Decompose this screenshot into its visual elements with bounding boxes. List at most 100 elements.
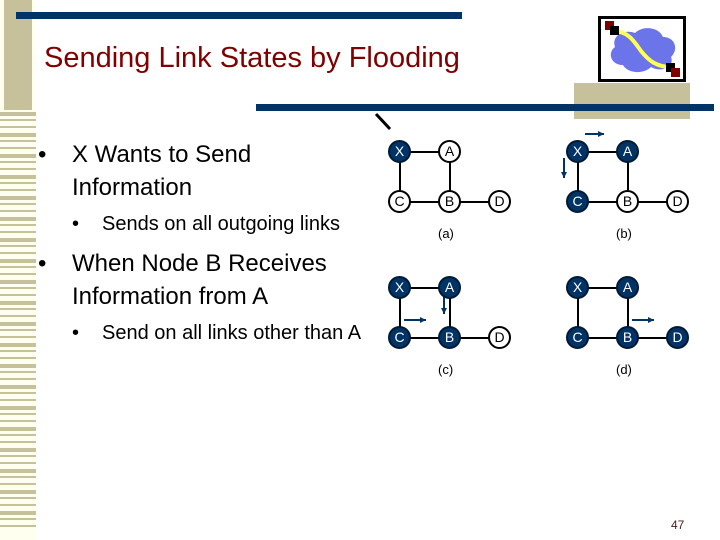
sub-bullet-item: • Send on all links other than A [72, 322, 362, 344]
strip-band [0, 371, 36, 373]
strip-band [0, 469, 36, 473]
panel-caption: (b) [616, 226, 632, 241]
node-a: A [616, 140, 639, 163]
bullet-text: Send on all links other than A [102, 322, 362, 344]
arrow-head-icon [561, 172, 567, 178]
strip-band [0, 497, 36, 499]
strip-band [0, 455, 36, 457]
strip-band [0, 518, 36, 520]
strip-band [0, 210, 36, 212]
arrow-head-icon [441, 308, 447, 314]
node-d: D [666, 190, 689, 213]
panel-caption: (c) [438, 362, 454, 377]
bullet-item: • X Wants to Send Information [38, 141, 252, 201]
strip-band [0, 133, 36, 137]
node-b: B [438, 190, 461, 213]
strip-band [0, 329, 36, 331]
node-a: A [438, 276, 461, 299]
strip-band [0, 322, 36, 326]
strip-band [0, 287, 36, 289]
node-x: X [566, 140, 589, 163]
strip-band [0, 511, 36, 515]
source-arrow-icon [374, 112, 392, 131]
strip-band [0, 119, 36, 121]
bullet-item: • When Node B Receives Information from A [38, 250, 327, 310]
node-a: A [616, 276, 639, 299]
node-c: C [388, 190, 411, 213]
strip-band [0, 217, 36, 221]
node-d: D [488, 326, 511, 349]
strip-band [0, 343, 36, 347]
strip-band [0, 252, 36, 254]
strip-band [0, 441, 36, 443]
strip-band [0, 231, 36, 233]
strip-band [0, 189, 36, 191]
strip-band [0, 434, 36, 436]
strip-band [0, 364, 36, 368]
arrow-head-icon [420, 317, 426, 323]
strip-band [0, 147, 36, 149]
node-b: B [616, 326, 639, 349]
node-d: D [666, 326, 689, 349]
node-c: C [566, 326, 589, 349]
node-x: X [388, 276, 411, 299]
top-rule [16, 12, 462, 19]
strip-band [0, 378, 36, 380]
strip-band [0, 476, 36, 478]
strip-band [0, 385, 36, 389]
strip-band [0, 273, 36, 275]
strip-band [0, 245, 36, 247]
strip-band [0, 126, 36, 128]
panel-caption: (d) [616, 362, 632, 377]
bullet-list: • X Wants to Send Information • Sends on a… [32, 138, 377, 356]
strip-band [0, 266, 36, 268]
strip-band [0, 182, 36, 184]
strip-band [0, 238, 36, 242]
strip-band [0, 448, 36, 452]
strip-band [0, 490, 36, 494]
accent-block [574, 83, 690, 119]
node-c: C [566, 190, 589, 213]
strip-band [0, 161, 36, 163]
slide-title: Sending Link States by Flooding [44, 42, 460, 74]
strip-band [0, 420, 36, 422]
strip-band [0, 175, 36, 179]
strip-band [0, 483, 36, 485]
bullet-text: When Node B Receives Information from A [72, 250, 327, 310]
strip-band [0, 399, 36, 401]
strip-band [0, 392, 36, 394]
strip-band [0, 357, 36, 359]
strip-band [0, 196, 36, 200]
strip-band [0, 259, 36, 263]
bullet-text: X Wants to Send Information [72, 141, 252, 201]
network-logo-icon [598, 16, 686, 82]
title-underline-rule [256, 104, 714, 111]
strip-band [0, 315, 36, 317]
node-c: C [388, 326, 411, 349]
strip-band [0, 280, 36, 284]
arrow-head-icon [598, 131, 604, 137]
strip-band [0, 427, 36, 431]
strip-band [0, 168, 36, 170]
strip-band [0, 406, 36, 410]
strip-band [0, 203, 36, 205]
panel-caption: (a) [438, 226, 454, 241]
strip-band [0, 504, 36, 506]
strip-band [0, 301, 36, 305]
arrow-head-icon [648, 317, 654, 323]
node-b: B [616, 190, 639, 213]
strip-band [0, 525, 36, 527]
sub-bullet-item: • Sends on all outgoing links [72, 213, 340, 235]
strip-band [0, 462, 36, 464]
strip-band [0, 112, 36, 116]
node-x: X [566, 276, 589, 299]
strip-band [0, 224, 36, 226]
strip-band [0, 154, 36, 158]
node-x: X [388, 140, 411, 163]
strip-band [0, 350, 36, 352]
strip-band [0, 308, 36, 310]
strip-band [0, 336, 36, 338]
strip-band [0, 294, 36, 296]
node-d: D [488, 190, 511, 213]
page-number: 47 [671, 518, 685, 532]
